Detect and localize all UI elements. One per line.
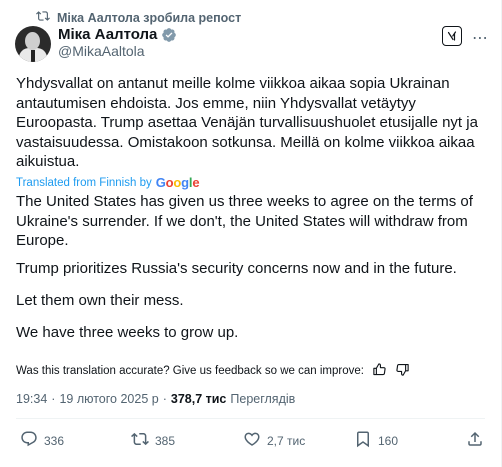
thumbs-down-icon[interactable]: [395, 362, 410, 380]
avatar[interactable]: [15, 26, 51, 62]
repost-label: Міка Аалтола зробила репост: [57, 10, 242, 25]
view-count: 378,7 тис: [170, 392, 227, 406]
translation-paragraph: Trump prioritizes Russia's security conc…: [16, 260, 457, 277]
repost-button[interactable]: 385: [131, 430, 175, 451]
translation-attribution: Translated from Finnish by Google: [16, 175, 200, 190]
tweet-meta: 19:34 · 19 лютого 2025 р · 378,7 тис Пер…: [16, 392, 296, 406]
thumbs-up-icon[interactable]: [372, 362, 387, 380]
bookmark-button[interactable]: 160: [354, 430, 398, 451]
grok-icon[interactable]: [442, 26, 462, 46]
like-button[interactable]: 2,7 тис: [243, 430, 305, 451]
bookmark-count: 160: [378, 433, 399, 448]
repost-indicator[interactable]: Міка Аалтола зробила репост: [36, 9, 241, 26]
tweet-time[interactable]: 19:34: [16, 392, 47, 406]
tweet-card: Міка Аалтола зробила репост Міка Аалтола…: [0, 0, 502, 467]
author-name-row[interactable]: Міка Аалтола: [58, 26, 177, 43]
author-handle[interactable]: @MikaAaltola: [58, 43, 145, 59]
share-icon: [466, 430, 484, 451]
heart-icon: [243, 430, 261, 451]
author-name[interactable]: Міка Аалтола: [58, 26, 157, 43]
repost-icon: [36, 9, 50, 26]
translation-paragraph: Let them own their mess.: [16, 292, 184, 309]
reply-count: 336: [44, 433, 65, 448]
feedback-prompt: Was this translation accurate? Give us f…: [16, 365, 364, 377]
repost-icon: [131, 430, 149, 451]
tweet-date[interactable]: 19 лютого 2025 р: [59, 392, 158, 406]
reply-icon: [20, 430, 38, 451]
action-bar: 336 385 2,7 тис 160: [16, 430, 486, 450]
translation-paragraph: The United States has given us three wee…: [16, 193, 473, 249]
bookmark-icon: [354, 430, 372, 451]
tweet-original-text: Yhdysvallat on antanut meille kolme viik…: [16, 75, 478, 170]
verified-icon: [161, 27, 177, 43]
google-logo: Google: [155, 175, 200, 190]
divider: [16, 418, 485, 419]
views-label: Переглядів: [230, 392, 296, 406]
share-button[interactable]: [466, 430, 484, 451]
translation-feedback: Was this translation accurate? Give us f…: [16, 362, 410, 380]
reply-button[interactable]: 336: [20, 430, 64, 451]
repost-count: 385: [155, 433, 176, 448]
translated-from-label[interactable]: Translated from Finnish by: [16, 177, 152, 189]
translation-paragraph: We have three weeks to grow up.: [16, 324, 239, 341]
more-icon[interactable]: ⋯: [472, 28, 489, 48]
like-count: 2,7 тис: [267, 433, 306, 448]
